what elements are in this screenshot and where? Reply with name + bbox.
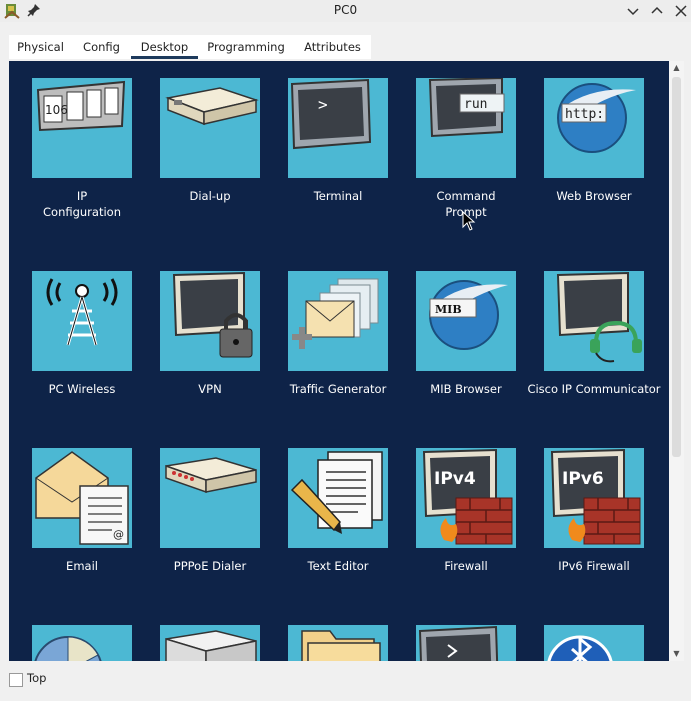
tab-attributes[interactable]: Attributes [294, 35, 371, 59]
desktop-panel: 106 IP Configuration Dial-up > Terminal [9, 61, 669, 661]
close-button[interactable] [671, 1, 691, 21]
app-tile[interactable] [416, 625, 516, 661]
app-tile[interactable] [32, 271, 132, 371]
icon-text: run [464, 97, 487, 112]
icon-text: IPv6 [562, 469, 604, 489]
top-label: Top [27, 671, 47, 685]
ip-communicator-headset-icon [556, 271, 642, 363]
pie-chart-icon [34, 636, 102, 661]
command-prompt-icon: run [428, 78, 505, 138]
svg-text:@: @ [113, 528, 124, 541]
app-label: Terminal [313, 189, 363, 203]
tab-config[interactable]: Config [72, 35, 131, 59]
scroll-thumb[interactable] [672, 77, 681, 457]
scroll-down-button[interactable]: ▼ [669, 647, 684, 661]
app-label: IP Configuration [43, 189, 121, 219]
traffic-generator-icon [292, 278, 379, 349]
app-tile[interactable] [288, 448, 388, 548]
app-label: PPPoE Dialer [173, 559, 247, 573]
app-tile[interactable]: http: [544, 78, 644, 178]
app-tile[interactable]: IPv6 [544, 448, 644, 548]
app-tile[interactable] [288, 271, 388, 371]
pppoe-dialer-icon [165, 457, 257, 494]
top-checkbox[interactable] [9, 673, 23, 687]
wireless-tower-icon [46, 278, 118, 346]
scroll-up-button[interactable]: ▲ [669, 61, 684, 75]
firewall-icon: IPv4 [422, 448, 513, 545]
device-box-icon [165, 630, 257, 661]
app-tile[interactable] [160, 78, 260, 178]
app-label: VPN [198, 382, 222, 396]
app-tile[interactable]: IPv4 [416, 448, 516, 548]
app-tile[interactable]: > [288, 78, 388, 178]
window-title: PC0 [333, 3, 358, 17]
tab-desktop[interactable]: Desktop [131, 35, 198, 59]
app-tile[interactable]: MIB [416, 271, 516, 371]
app-tile[interactable]: run [416, 78, 516, 178]
tab-bar: Physical Config Desktop Programming Attr… [9, 35, 371, 59]
title-bar: PC0 [0, 0, 691, 22]
app-label: PC Wireless [48, 382, 116, 396]
maximize-button[interactable] [647, 1, 667, 21]
modem-icon [165, 87, 259, 126]
mib-browser-icon: MIB [429, 280, 508, 350]
icon-text: http: [565, 107, 604, 122]
app-tile[interactable] [288, 625, 388, 661]
tab-physical[interactable]: Physical [9, 35, 72, 59]
icon-text: MIB [435, 303, 462, 316]
close-icon [675, 5, 687, 17]
email-icon: @ [35, 451, 129, 545]
terminal-icon [418, 625, 499, 661]
chevron-down-icon [627, 8, 639, 16]
app-label: Cisco IP Communicator [527, 382, 661, 396]
chevron-up-icon [651, 6, 663, 14]
vertical-scrollbar[interactable]: ▲ ▼ [669, 61, 684, 661]
icon-text: > [318, 95, 328, 114]
app-label: Dial-up [189, 189, 231, 203]
app-tile[interactable]: 106 [32, 78, 132, 178]
text-editor-icon [290, 451, 383, 534]
tab-programming[interactable]: Programming [198, 35, 294, 59]
app-tile[interactable] [32, 625, 132, 661]
app-tile[interactable] [160, 271, 260, 371]
app-label: Web Browser [556, 189, 632, 203]
app-label: IPv6 Firewall [558, 559, 630, 573]
ip-configuration-icon: 106 [36, 80, 126, 132]
icon-text: 106 [45, 103, 68, 117]
app-label: MIB Browser [430, 382, 502, 396]
app-tile[interactable] [544, 271, 644, 371]
bluetooth-icon [547, 635, 613, 661]
terminal-icon: > [290, 78, 372, 150]
app-label: Email [66, 559, 98, 573]
app-tile[interactable] [544, 625, 644, 661]
app-label: Firewall [444, 559, 488, 573]
vpn-lock-icon [172, 271, 253, 358]
app-tile[interactable] [160, 625, 260, 661]
app-tile[interactable] [160, 448, 260, 548]
app-tile[interactable]: @ [32, 448, 132, 548]
app-label: Text Editor [307, 559, 369, 573]
app-label: Traffic Generator [289, 382, 387, 396]
mouse-cursor-icon [462, 211, 476, 231]
ipv6-firewall-icon: IPv6 [550, 448, 641, 545]
web-browser-icon: http: [557, 83, 636, 153]
minimize-button[interactable] [623, 1, 643, 21]
folder-icon [301, 630, 381, 661]
icon-text: IPv4 [434, 469, 476, 489]
